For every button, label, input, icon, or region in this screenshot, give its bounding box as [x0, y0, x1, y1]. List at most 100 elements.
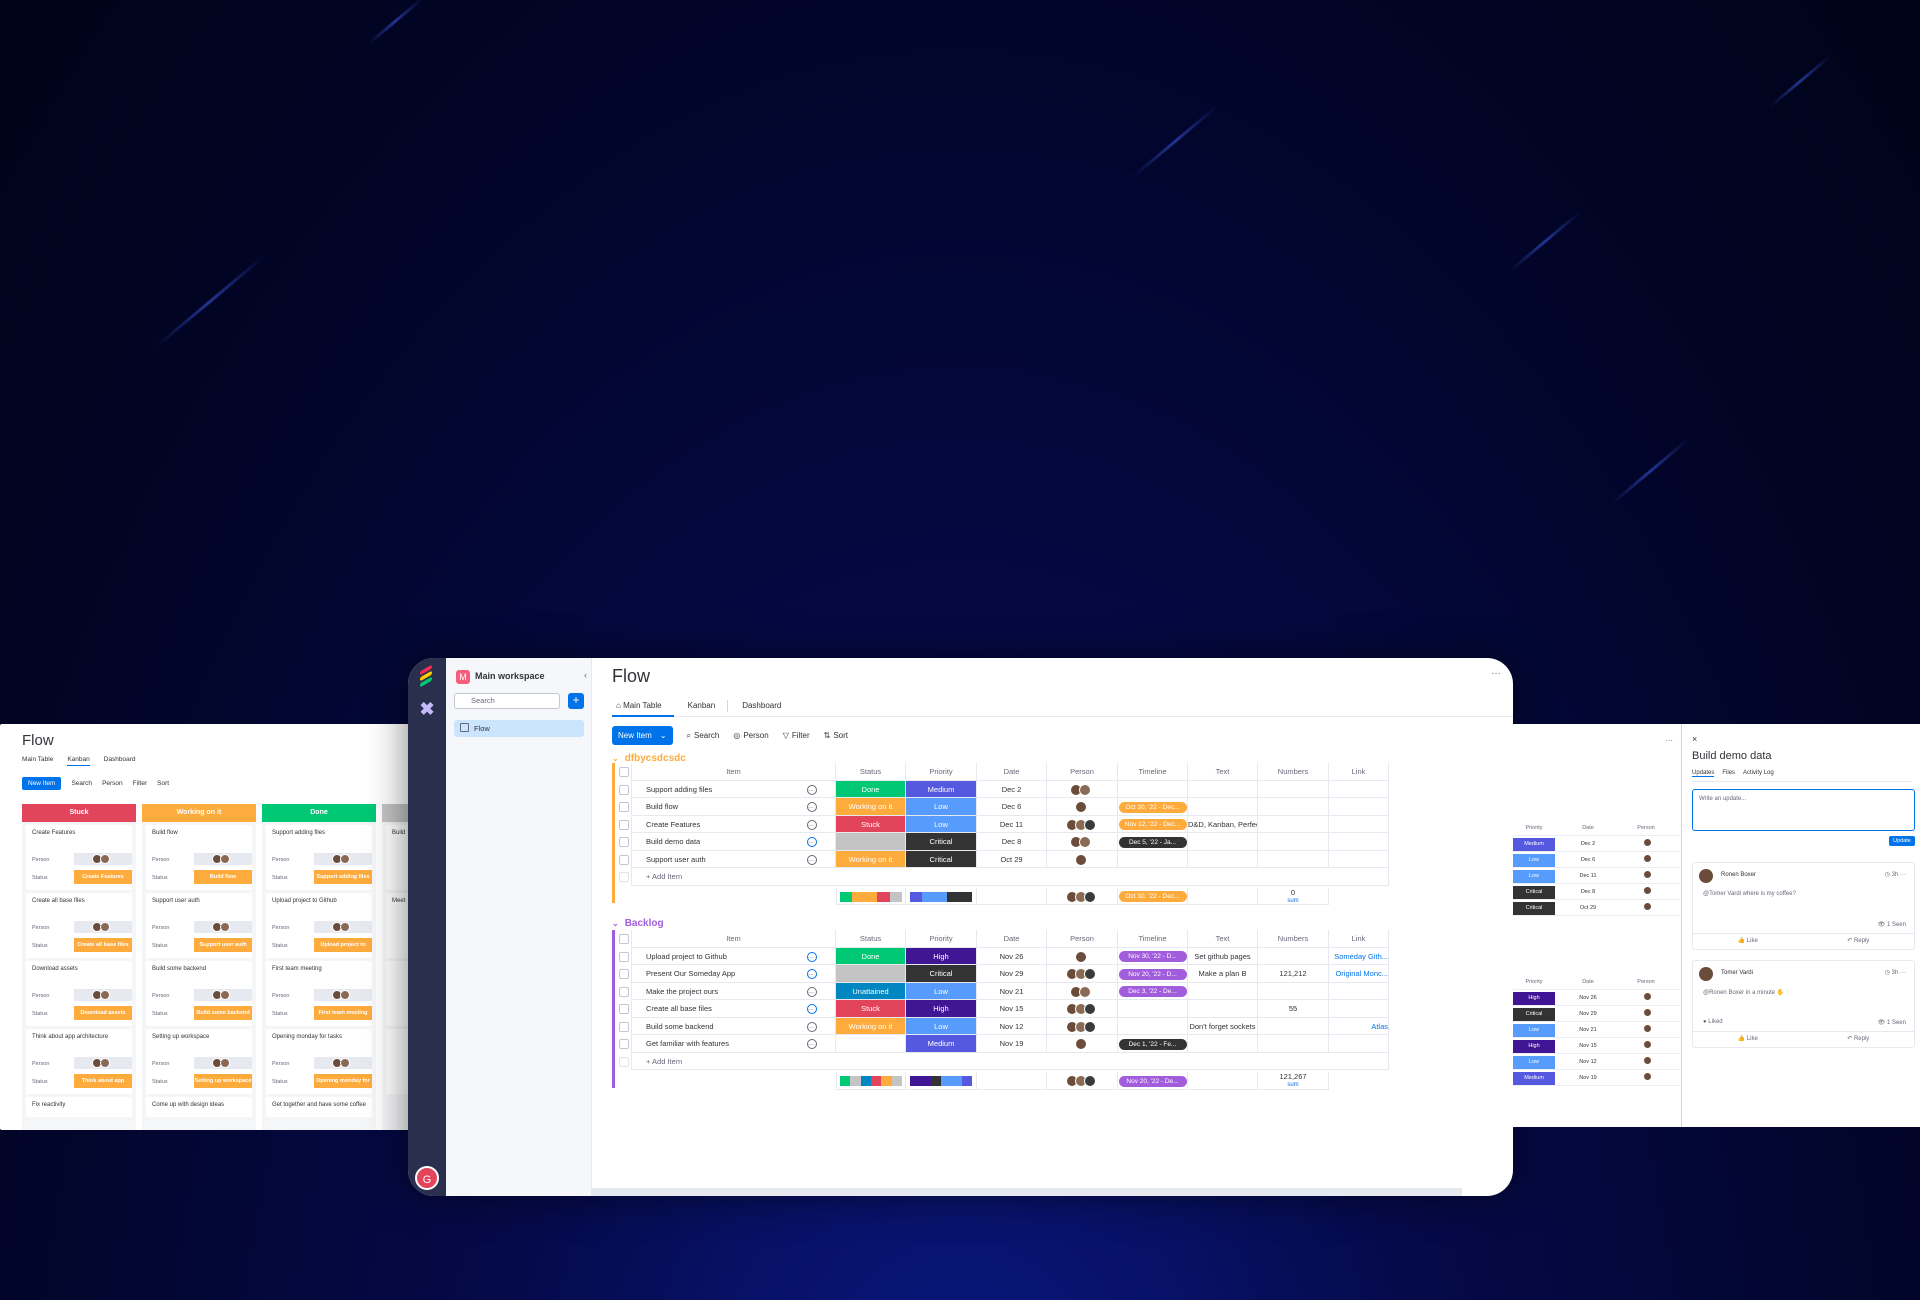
table-row[interactable]: Low Nov 12 [1513, 1056, 1681, 1070]
date-cell[interactable]: Nov 12 [977, 1017, 1047, 1035]
horizontal-scrollbar[interactable] [592, 1188, 1462, 1196]
kanban-column-header[interactable]: Stuck [22, 804, 136, 822]
item-cell[interactable]: Get familiar with features… [631, 1035, 836, 1053]
conversation-icon[interactable]: … [807, 802, 817, 812]
date-cell[interactable]: Nov 26 [1563, 992, 1613, 1005]
row-checkbox[interactable] [619, 986, 629, 997]
row-checkbox[interactable] [619, 1004, 629, 1014]
table-row[interactable]: Critical Oct 29 [1513, 902, 1681, 916]
date-cell[interactable]: Dec 2 [1563, 838, 1613, 851]
priority-cell[interactable]: Critical [906, 850, 977, 868]
date-cell[interactable]: Nov 29 [977, 965, 1047, 983]
date-cell[interactable]: Dec 11 [977, 815, 1047, 833]
post-author[interactable]: Tomer Vardi [1721, 970, 1753, 976]
priority-cell[interactable]: High [1513, 1040, 1555, 1053]
add-item-button[interactable]: + Add Item [631, 1052, 1389, 1070]
table-row[interactable]: Low Dec 6 [1513, 854, 1681, 868]
person-cell[interactable] [1047, 982, 1118, 1000]
table-row[interactable]: High Nov 15 [1513, 1040, 1681, 1054]
conversation-icon[interactable]: … [807, 969, 817, 979]
status-pill[interactable]: Opening monday for tasks [314, 1074, 372, 1088]
item-cell[interactable]: Build some backend… [631, 1017, 836, 1035]
timeline-cell[interactable]: Nov 20, '22 - D... [1118, 965, 1188, 983]
numbers-cell[interactable]: 55 [1258, 1000, 1329, 1018]
text-cell[interactable]: Set github pages [1188, 947, 1258, 965]
tab-updates[interactable]: Updates [1692, 770, 1715, 777]
person-cell[interactable] [194, 853, 252, 865]
group-title[interactable]: ⌄ Backlog [612, 918, 664, 929]
date-cell[interactable]: Oct 29 [977, 850, 1047, 868]
tab-main-table[interactable]: Main Table [22, 756, 53, 766]
column-header[interactable]: Link [1329, 763, 1389, 781]
status-cell[interactable]: Stuck [836, 815, 906, 833]
priority-cell[interactable]: High [906, 947, 977, 965]
status-pill[interactable]: First team meeting [314, 1006, 372, 1020]
add-board-button[interactable]: + [568, 693, 584, 709]
status-cell[interactable] [836, 965, 906, 983]
status-pill[interactable]: Setting up workspace [194, 1074, 252, 1088]
table-row[interactable]: Critical Dec 8 [1513, 886, 1681, 900]
priority-cell[interactable]: Low [1513, 870, 1555, 883]
chevron-down-icon[interactable]: ⌄ [612, 919, 619, 928]
person-cell[interactable] [194, 921, 252, 933]
date-cell[interactable]: Nov 15 [977, 1000, 1047, 1018]
tab-kanban[interactable]: Kanban [684, 700, 729, 712]
status-pill[interactable]: Think about app architecture [74, 1074, 132, 1088]
status-pill[interactable]: Upload project to Github [314, 938, 372, 952]
conversation-icon[interactable]: … [807, 1004, 817, 1014]
like-button[interactable]: 👍 Like [1738, 1032, 1758, 1047]
row-checkbox[interactable] [619, 837, 629, 847]
item-cell[interactable]: Upload project to Github… [631, 947, 836, 965]
table-row[interactable]: Low Dec 11 [1513, 870, 1681, 884]
filter-button[interactable]: Filter [133, 780, 147, 787]
person-cell[interactable] [74, 989, 132, 1001]
column-header[interactable]: Item [631, 763, 836, 781]
timeline-cell[interactable]: Dec 5, '22 - Ja... [1118, 833, 1188, 851]
column-header[interactable]: Person [1621, 976, 1671, 989]
update-input[interactable]: Write an update... [1692, 789, 1915, 831]
link-cell[interactable] [1329, 1035, 1389, 1053]
timeline-cell[interactable]: Nov 12, '22 - Dec... [1118, 815, 1188, 833]
person-cell[interactable] [1047, 1017, 1118, 1035]
user-avatar[interactable]: G [415, 1166, 439, 1190]
person-cell[interactable] [74, 1057, 132, 1069]
sidebar-item-flow[interactable]: Flow [454, 720, 584, 737]
numbers-cell[interactable] [1258, 1035, 1329, 1053]
link-cell[interactable] [1329, 982, 1389, 1000]
add-item-button[interactable]: + Add Item [631, 868, 1389, 886]
priority-cell[interactable]: Critical [1513, 1008, 1555, 1021]
person-filter-button[interactable]: ◎ Person [733, 731, 768, 740]
search-button[interactable]: Search [71, 780, 92, 787]
status-pill[interactable]: Download assets [74, 1006, 132, 1020]
date-cell[interactable]: Nov 21 [1563, 1024, 1613, 1037]
kanban-card[interactable]: Create all base files Person Status Create … [26, 893, 132, 958]
kanban-card[interactable]: Support adding files Person Status Support … [266, 825, 372, 890]
table-row[interactable]: Present Our Someday App … Critical Nov 29 No… [615, 965, 1513, 983]
priority-cell[interactable]: Critical [1513, 886, 1555, 899]
item-cell[interactable]: Build flow… [631, 798, 836, 816]
table-row[interactable]: Build flow … Working on it Low Dec 6 Oct 30, … [615, 798, 1513, 816]
conversation-icon[interactable]: … [807, 854, 817, 865]
status-pill[interactable]: Create Features [74, 870, 132, 884]
select-all-checkbox[interactable] [619, 767, 629, 777]
priority-cell[interactable]: Medium [1513, 838, 1555, 851]
timeline-cell[interactable] [1118, 1017, 1188, 1035]
date-cell[interactable]: Nov 19 [977, 1035, 1047, 1053]
timeline-cell[interactable]: Dec 3, '22 - De... [1118, 982, 1188, 1000]
column-header[interactable]: Item [631, 930, 836, 948]
kanban-card[interactable]: Download assets Person Status Download asse… [26, 961, 132, 1026]
select-all-checkbox[interactable] [619, 934, 629, 944]
numbers-cell[interactable] [1258, 947, 1329, 965]
column-header[interactable]: Person [1047, 763, 1118, 781]
column-header[interactable]: Priority [906, 763, 977, 781]
tab-dashboard[interactable]: Dashboard [738, 700, 793, 712]
numbers-cell[interactable] [1258, 982, 1329, 1000]
column-header[interactable]: Link [1329, 930, 1389, 948]
chevron-down-icon[interactable]: ⌄ [612, 754, 619, 763]
row-checkbox[interactable] [619, 1039, 629, 1049]
person-cell[interactable] [1047, 833, 1118, 851]
column-header[interactable]: Date [1563, 976, 1613, 989]
status-pill[interactable]: Build some backend [194, 1006, 252, 1020]
kanban-card[interactable]: Build some backend Person Status Build some… [146, 961, 252, 1026]
link-cell[interactable] [1329, 850, 1389, 868]
